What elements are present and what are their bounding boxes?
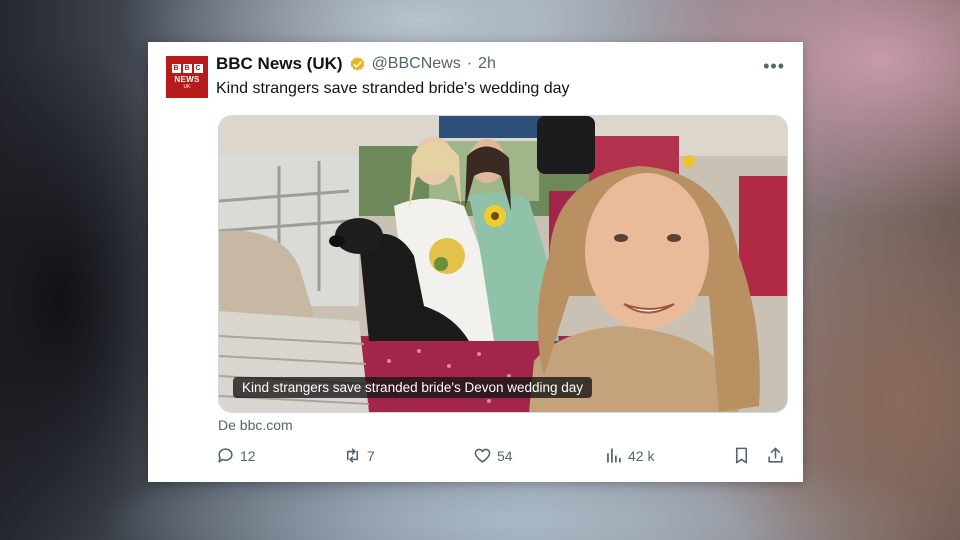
reply-button[interactable]: 12 — [216, 446, 256, 465]
bookmark-icon — [735, 447, 748, 464]
repost-count: 7 — [367, 447, 375, 464]
media-image[interactable]: Kind strangers save stranded bride's Dev… — [218, 115, 788, 413]
logo-letter: B — [182, 64, 192, 73]
verified-badge-icon — [350, 56, 364, 71]
repost-button[interactable]: 7 — [343, 446, 375, 465]
avatar[interactable]: B B C NEWS UK — [166, 56, 208, 98]
views-count: 42 k — [628, 447, 655, 464]
dot-separator: · — [466, 55, 473, 72]
timestamp[interactable]: 2h — [478, 55, 496, 73]
display-name[interactable]: BBC News (UK) — [216, 54, 343, 74]
share-icon — [768, 447, 783, 463]
tweet-text: Kind strangers save stranded bride's wed… — [216, 80, 570, 97]
tweet-header: BBC News (UK) @BBCNews · 2h — [216, 54, 496, 74]
views-button[interactable]: 42 k — [604, 446, 654, 465]
like-button[interactable]: 54 — [473, 446, 513, 465]
like-count: 54 — [497, 447, 513, 464]
action-bar: 12 7 54 42 k — [216, 446, 788, 472]
reply-count: 12 — [240, 447, 256, 464]
like-icon — [474, 448, 491, 463]
logo-news-text: NEWS — [174, 75, 200, 84]
media-caption: Kind strangers save stranded bride's Dev… — [233, 377, 593, 398]
reply-icon — [218, 448, 233, 463]
more-icon[interactable]: ••• — [763, 56, 785, 77]
repost-icon — [346, 448, 359, 463]
bookmark-button[interactable] — [732, 446, 751, 465]
views-icon — [607, 448, 621, 463]
bbc-logo: B B C — [171, 64, 203, 73]
link-source[interactable]: De bbc.com — [218, 417, 293, 433]
tweet-card: B B C NEWS UK BBC News (UK) @BBCNews · 2… — [148, 42, 803, 482]
handle[interactable]: @BBCNews — [372, 55, 461, 73]
logo-uk-text: UK — [183, 84, 191, 90]
share-button[interactable] — [766, 446, 785, 465]
logo-letter: C — [193, 64, 203, 73]
logo-letter: B — [171, 64, 181, 73]
photo-scene — [219, 116, 787, 412]
